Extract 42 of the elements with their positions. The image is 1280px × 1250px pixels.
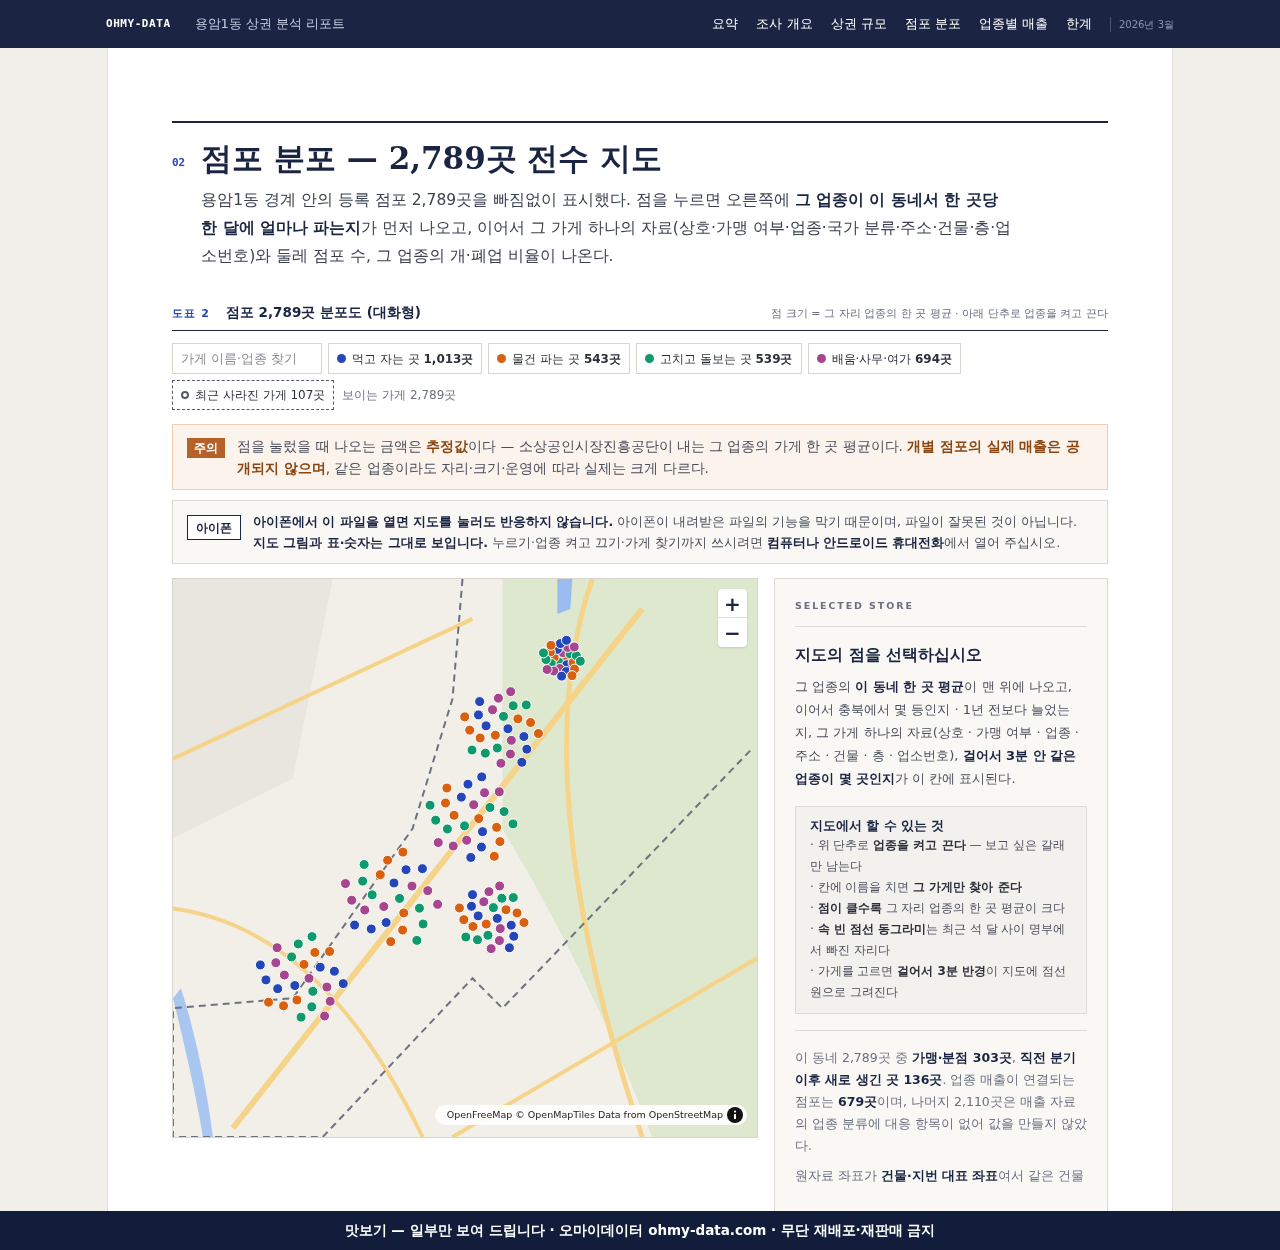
map-attribution: OpenFreeMap © OpenMapTiles Data from OpenStreetMap (446, 1108, 723, 1123)
search-field[interactable]: 가게 이름·업종 찾기 (172, 343, 322, 375)
info-icon[interactable] (727, 1107, 743, 1124)
section-number: 02 (172, 155, 186, 171)
howto-title: 지도에서 할 수 있는 것 (810, 816, 946, 835)
nav-link[interactable]: 점포 분포 (904, 14, 961, 34)
report-date: 2026년 3월 (1110, 16, 1174, 32)
report-title: 용암1동 상권 분석 리포트 (194, 15, 346, 34)
figure-label: 도표 2 (172, 305, 210, 322)
nav-link[interactable]: 상권 규모 (830, 14, 887, 34)
nav-link[interactable]: 요약 (712, 14, 739, 34)
brand-logo[interactable]: OHMY-DATA (106, 15, 171, 33)
panel-eyebrow: SELECTED STORE (795, 599, 1087, 627)
figure-title: 점포 2,789곳 분포도 (대화형) (225, 302, 422, 322)
visible-count: 보이는 가게 2,789곳 (342, 387, 457, 405)
category-filter[interactable]: 물건 파는 곳 543곳 (488, 343, 630, 375)
footer-text: 맛보기 — 일부만 보여 드립니다 · 오마이데이터 ohmy-data.com · 무단 재배포·재판매 금지 (344, 1221, 936, 1241)
stats-paragraph: 이 동네 2,789곳 중 가맹·분점 303곳, 직전 분기 이후 새로 생긴 곳 136곳. 업종 매출이 연결되는 점포는 679곳이며, 나머지 2,110곳은 매출 자료의 업종 분류에 대응 항목이 없어 값을 만들지 않았다. (795, 1049, 1087, 1156)
nav-link[interactable]: 조사 개요 (756, 14, 813, 34)
nav-link[interactable]: 한계 (1066, 14, 1092, 34)
nav-link[interactable]: 업종별 매출 (978, 14, 1048, 34)
lead-paragraph: 용암1동 경계 안의 등록 점포 2,789곳을 빠짐없이 표시했다. 점을 누르면 오른쪽에 그 업종이 이 동네서 한 곳당 한 달에 얼마나 파는지가 먼저 나오고, 이어서 그 가게 하나의 자료(상호·가맹 여부·업종·국가 분류·주소·건물·층·업소번호)와 둘레 점포 수, 그 업종의 개·폐업 비율이 나온다. (201, 189, 1012, 267)
panel-intro: 그 업종의 이 동네 한 곳 평균이 맨 위에 나오고, 이어서 충북에서 몇 등인지 · 1년 전보다 늘었는지, 그 가게 하나의 자료(상호 · 가맹 여부 · 업종 · 주소 · 건물 · 층 · 업소번호), 걸어서 3분 안 같은 업종이 몇 곳인지가 이 칸에 표시된다. (795, 677, 1080, 788)
iphone-badge: 아이폰 (187, 515, 241, 541)
howto-item: · 가게를 고르면 걸어서 3분 반경이 지도에 점선 원으로 그려진다 (810, 963, 1067, 1002)
iphone-notice-text: 아이폰에서 이 파일을 열면 지도를 눌러도 반응하지 않습니다. 아이폰이 내려받은 파일의 기능을 막기 때문이며, 파일이 잘못된 것이 아닙니다. 지도 그림과 표·숫자는 그대로 보입니다. 누르기·업종 켜고 끄기·가게 찾기까지 쓰시려면 컴퓨터나 안드로이드 휴대전화에서 열어 주십시오. (253, 513, 1078, 553)
category-filter[interactable]: 배움·사무·여가 694곳 (807, 343, 962, 375)
caution-text: 점을 눌렀을 때 나오는 금액은 추정값이다 — 소상공인시장진흥공단이 내는 그 업종의 가게 한 곳 평균이다. 개별 점포의 실제 매출은 공개되지 않으며, 같은 업종이라도 자리·크기·운영에 따라 실제는 크게 다르다. (237, 437, 1081, 479)
howto-item: · 칸에 이름을 치면 그 가게만 찾아 준다 (810, 879, 1023, 897)
zoom-out-button[interactable]: − (718, 618, 747, 648)
category-filter[interactable]: 먹고 자는 곳 1,013곳 (328, 343, 483, 375)
category-filter[interactable]: 고치고 돌보는 곳 539곳 (635, 343, 802, 375)
howto-item: · 점이 클수록 그 자리 업종의 한 곳 평균이 크다 (810, 900, 1066, 918)
section-title: 점포 분포 — 2,789곳 전수 지도 (201, 139, 664, 178)
source-note: 원자료 좌표가 건물·지번 대표 좌표여서 같은 건물 (795, 1167, 1086, 1186)
caution-badge: 주의 (187, 438, 225, 459)
zoom-in-button[interactable]: + (718, 589, 747, 619)
panel-title: 지도의 점을 선택하십시오 (795, 643, 984, 666)
howto-item: · 위 단추로 업종을 켜고 끈다 — 보고 싶은 갈래만 남는다 (810, 837, 1066, 876)
figure-note: 점 크기 = 그 자리 업종의 한 곳 평균 · 아래 단추로 업종을 켜고 끈다 (771, 305, 1108, 322)
closed-stores-filter[interactable]: 최근 사라진 가게 107곳 (172, 380, 335, 411)
howto-item: · 속 빈 점선 동그라미는 최근 석 달 사이 명부에서 빠진 자리다 (810, 921, 1067, 960)
